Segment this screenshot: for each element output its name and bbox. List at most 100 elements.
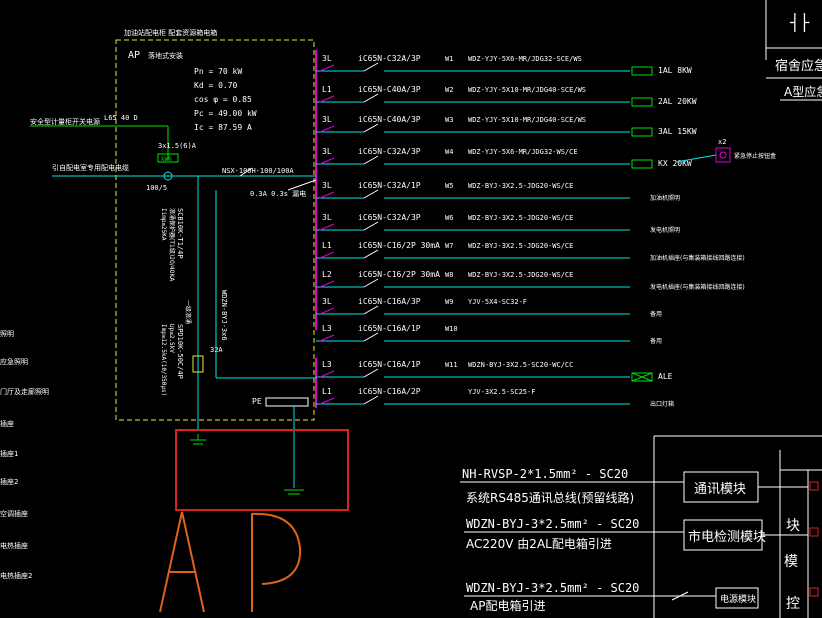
- circuit-breaker: iC65N-C16/2P 30mA: [358, 241, 440, 250]
- pe-label: PE: [252, 397, 262, 406]
- svg-text:kWh: kWh: [161, 156, 172, 163]
- breaker-contact: [363, 155, 379, 165]
- load-label: 1AL 8KW: [658, 66, 692, 75]
- breaker-contact: [363, 62, 379, 72]
- circuit-number: W6: [445, 214, 453, 222]
- panel-parameters: Pn = 70 kW Kd = 0.70 cos φ = 0.85 Pc = 49.0…: [194, 67, 257, 132]
- breaker-contact: [363, 368, 379, 378]
- panel-param: Pc = 49.00 kW: [194, 109, 257, 118]
- breaker-contact: [363, 221, 379, 231]
- annotation-handwriting: [159, 511, 302, 613]
- circuit-row[interactable]: L2 iC65N-C16/2P 30mA W8 WDZ-BYJ-3X2.5-JDG20…: [316, 270, 745, 291]
- module-3-label: 电源模块: [720, 593, 756, 605]
- circuit-number: W7: [445, 242, 453, 250]
- main-feeder-label: 引自配电室专用配电电缆: [52, 163, 129, 172]
- load-box: [631, 66, 653, 76]
- circuit-number: W2: [445, 86, 453, 94]
- circuit-row[interactable]: L3 iC65N-C16A/1P W11 WDZN-BYJ-3X2.5-SC20-WC…: [316, 360, 673, 382]
- vertical-label-2: 模: [784, 554, 798, 570]
- pe-bar: [265, 397, 309, 407]
- circuit-number: W10: [445, 325, 458, 333]
- circuit-row[interactable]: 3L iC65N-C40A/3P W3 WDZ-YJY-5X10-MR/JDG40-S…: [316, 115, 697, 137]
- circuit-row[interactable]: 3L iC65N-C32A/3P W1 WDZ-YJY-5X6-MR/JDG32-SC…: [316, 54, 692, 76]
- load-label: 2AL 20KW: [658, 97, 697, 106]
- circuit-cable: WDZN-BYJ-3X2.5-SC20-WC/CC: [468, 361, 573, 369]
- breaker-contact: [363, 278, 379, 288]
- lead-text: 安全型计量柜开关电源: [30, 117, 100, 126]
- spd-left-params: 浪涌保护器(T1级)20/40KA: [168, 208, 176, 282]
- circuit-row[interactable]: L1 iC65N-C40A/3P W2 WDZ-YJY-5X10-MR/JDG40-S…: [316, 85, 697, 107]
- circuit-breaker: iC65N-C16A/1P: [358, 324, 421, 333]
- circuit-cable: WDZ-YJY-5X10-MR/JDG40-SCE/WS: [468, 86, 586, 94]
- circuit-number: W1: [445, 55, 453, 63]
- circuit-cable: WDZ-YJY-5X6-MR/JDG32-WS/CE: [468, 148, 578, 156]
- circuit-phase: 3L: [322, 297, 332, 306]
- left-label: 插座1: [0, 449, 18, 458]
- cable-3: WDZN-BYJ-3*2.5mm² - SC20: [466, 581, 639, 595]
- panel-param: Pn = 70 kW: [194, 67, 242, 76]
- circuit-breaker: iC65N-C32A/3P: [358, 54, 421, 63]
- breaker-contact: [363, 332, 379, 342]
- load-label: 备用: [650, 337, 662, 345]
- circuit-phase: 3L: [322, 181, 332, 190]
- circuit-rows: 3L iC65N-C32A/3P W1 WDZ-YJY-5X6-MR/JDG32-SC…: [316, 54, 745, 408]
- panel-subtitle: 落地式安装: [148, 51, 183, 60]
- circuit-row[interactable]: L1 iC65N-C16/2P 30mA W7 WDZ-BYJ-3X2.5-JDG20…: [316, 241, 745, 262]
- load-label: 出口灯箱: [650, 400, 674, 408]
- note-3: AP配电箱引进: [470, 598, 545, 613]
- cable-label: 3x1.5(6)A: [158, 142, 197, 150]
- panel-title-top: 加油站配电柜 配套资源箱电箱: [124, 28, 217, 37]
- circuit-phase: L2: [322, 270, 332, 279]
- load-label: ALE: [658, 372, 673, 381]
- circuit-number: W5: [445, 182, 453, 190]
- cad-drawing-canvas[interactable]: { "panel": { "title_top": "加油站配电柜 配套资源箱电…: [0, 0, 822, 618]
- circuit-breaker: iC65N-C32A/3P: [358, 213, 421, 222]
- circuit-breaker: iC65N-C16A/3P: [358, 297, 421, 306]
- load-label: 3AL 15KW: [658, 127, 697, 136]
- circuit-breaker: iC65N-C40A/3P: [358, 115, 421, 124]
- phase-tick: [319, 370, 335, 378]
- annotation-box[interactable]: [175, 429, 349, 511]
- switch-symbol: ┤├: [789, 12, 810, 32]
- circuit-row[interactable]: 3L iC65N-C32A/3P W6 WDZ-BYJ-3X2.5-JDG20-WS/…: [316, 213, 680, 234]
- panel-label: AP: [128, 50, 140, 61]
- circuit-breaker: iC65N-C16A/2P: [358, 387, 421, 396]
- left-label: 门厅及走廊照明: [0, 387, 49, 396]
- spd-left-params-2: Iimp≥25KA: [160, 208, 167, 241]
- phase-tick: [319, 307, 335, 315]
- phase-tick: [319, 334, 335, 342]
- panel-param: Kd = 0.70: [194, 81, 238, 90]
- circuit-number: W4: [445, 148, 453, 156]
- annotation-text: AP: [0, 0, 2, 1]
- left-label: 空调插座: [0, 509, 28, 518]
- spd-stage-label: 一级浪涌: [184, 300, 192, 324]
- breaker-contact: [363, 305, 379, 315]
- main-switch-label: NSX-100H-100/100A: [222, 167, 294, 175]
- ext-device-label: 紧急停止按钮盒: [734, 152, 776, 160]
- circuit-phase: 3L: [322, 147, 332, 156]
- circuit-row[interactable]: 3L iC65N-C32A/3P W4 WDZ-YJY-5X6-MR/JDG32-WS…: [316, 147, 692, 169]
- phase-tick: [319, 251, 335, 259]
- circuit-row[interactable]: 3L iC65N-C32A/1P W5 WDZ-BYJ-3X2.5-JDG20-WS/…: [316, 181, 680, 202]
- circuit-number: W8: [445, 271, 453, 279]
- circuit-row[interactable]: 3L iC65N-C16A/3P W9 YJV-5X4-SC32-F 备用: [316, 297, 662, 318]
- right-top-label-2: A型应急: [784, 84, 822, 99]
- circuit-row[interactable]: L3 iC65N-C16A/1P W10 备用: [316, 324, 662, 345]
- circuit-breaker: iC65N-C32A/1P: [358, 181, 421, 190]
- circuit-row[interactable]: L1 iC65N-C16A/2P YJV-3X2.5-SC25-F 出口灯箱: [316, 387, 674, 408]
- circuit-cable: WDZ-YJY-5X10-MR/JDG40-SCE/WS: [468, 116, 586, 124]
- left-label: 电热插座2: [0, 571, 32, 580]
- rcd-label: 0.3A 0.3s 漏电: [250, 189, 306, 198]
- panel-param: cos φ = 0.85: [194, 95, 252, 104]
- spd-left-label: SCB10K-T1/4P: [176, 208, 184, 259]
- circuit-breaker: iC65N-C32A/3P: [358, 147, 421, 156]
- right-top-frame: ┤├ 宿舍应急 A型应急: [765, 0, 822, 101]
- left-label: 插座: [0, 419, 14, 428]
- load-box: [631, 127, 653, 137]
- load-label: 加油机插座(与集装箱接线回路连接): [650, 254, 745, 262]
- load-label: 发电机照明: [650, 226, 680, 234]
- circuit-number: W3: [445, 116, 453, 124]
- circuit-breaker: iC65N-C40A/3P: [358, 85, 421, 94]
- phase-tick: [319, 191, 335, 199]
- breaker-contact: [363, 123, 379, 133]
